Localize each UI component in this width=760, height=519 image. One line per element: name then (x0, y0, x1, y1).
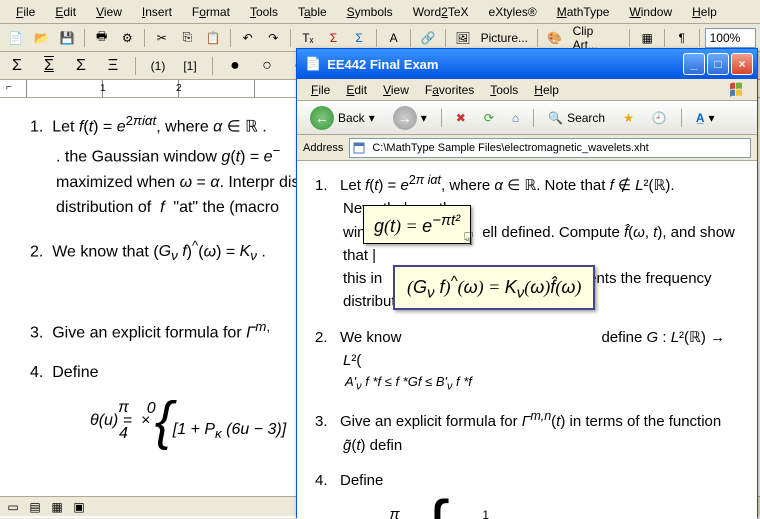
ie-menubar: File Edit View Favorites Tools Help (297, 79, 757, 101)
menu-word2tex[interactable]: Word2TeX (403, 2, 479, 22)
ie-window: 📄 EE442 Final Exam _ □ × File Edit View … (296, 48, 758, 518)
stop-icon[interactable]: ✖ (449, 105, 473, 131)
clipart-icon[interactable]: 🎨 (543, 27, 567, 49)
bracket-num-icon[interactable]: [1] (177, 55, 203, 77)
ie-menu-help[interactable]: Help (526, 81, 567, 99)
paste-icon[interactable]: 📋 (201, 27, 225, 49)
minimize-button[interactable]: _ (683, 53, 705, 75)
redo-icon[interactable]: ↷ (261, 27, 285, 49)
paren-num-icon[interactable]: (1) (145, 55, 171, 77)
tab-marker[interactable]: ⌐ (6, 82, 12, 93)
page-icon: 📄 (305, 56, 321, 72)
ie-toolbar: ←Back ▾ → ▾ ✖ ⟳ ⌂ 🔍 Search ★ 🕘 A̲ ▾ (297, 101, 757, 135)
ie-menu-tools[interactable]: Tools (482, 81, 526, 99)
sum-left-icon[interactable]: Σ (68, 55, 94, 77)
cut-icon[interactable]: ✂ (150, 27, 174, 49)
ie-titlebar[interactable]: 📄 EE442 Final Exam _ □ × (297, 49, 757, 79)
open-icon[interactable]: 📂 (30, 27, 54, 49)
picture-label[interactable]: Picture... (477, 31, 532, 45)
grid-icon[interactable]: ▦ (635, 27, 659, 49)
ie-item-2: 2. We know define G : L²(ℝ) → L²( A'ν f … (315, 326, 743, 396)
menu-window[interactable]: Window (619, 2, 682, 22)
sigma-red-icon[interactable]: Σ (322, 27, 346, 49)
menu-edit[interactable]: Edit (45, 2, 86, 22)
home-icon[interactable]: ⌂ (505, 105, 526, 131)
menu-tools[interactable]: Tools (240, 2, 288, 22)
ie-item-4: 4. Define θ(u) = π4 × { 0 if u ≤ 13 [1 +… (315, 469, 743, 519)
menu-mathtype[interactable]: MathType (547, 2, 620, 22)
letter-icon[interactable]: A (382, 27, 406, 49)
sum-inline-icon[interactable]: Σ (36, 55, 62, 77)
menu-file[interactable]: File (6, 2, 45, 22)
ie-menu-view[interactable]: View (375, 81, 417, 99)
undo-icon[interactable]: ↶ (236, 27, 260, 49)
hyperlink-icon[interactable]: 🔗 (416, 27, 440, 49)
close-button[interactable]: × (731, 53, 753, 75)
cog-icon[interactable]: ⚙ (115, 27, 139, 49)
forward-button[interactable]: → ▾ (386, 105, 434, 131)
print-icon[interactable]: 🖶 (90, 27, 114, 49)
tooltip-kernel: (Gν f)^(ω) = Kν(ω)f̂(ω) (393, 265, 595, 310)
history-icon[interactable]: 🕘 (645, 105, 674, 131)
tex-icon[interactable]: Tₓ (296, 27, 320, 49)
search-button[interactable]: 🔍 Search (541, 105, 612, 131)
zoom-combo[interactable]: 100% (705, 28, 756, 48)
menu-table[interactable]: Table (288, 2, 337, 22)
ie-menu-file[interactable]: File (303, 81, 338, 99)
picture-icon[interactable]: 🖼 (451, 27, 475, 49)
dot-empty-icon[interactable]: ○ (254, 55, 280, 77)
ie-menu-favorites[interactable]: Favorites (417, 81, 482, 99)
para-icon[interactable]: ¶ (670, 27, 694, 49)
save-icon[interactable]: 💾 (55, 27, 79, 49)
zoom-value: 100% (710, 31, 741, 45)
copy-icon[interactable]: ⎘ (176, 27, 200, 49)
maximize-button[interactable]: □ (707, 53, 729, 75)
ie-menu-edit[interactable]: Edit (338, 81, 375, 99)
view-web-icon[interactable]: ▣ (70, 499, 88, 515)
menu-insert[interactable]: Insert (132, 2, 182, 22)
ie-item-3: 3. Give an explicit formula for Γm,n(t) … (315, 407, 743, 457)
menu-format[interactable]: Format (182, 2, 240, 22)
view-page-icon[interactable]: ▦ (48, 499, 66, 515)
menu-extyles[interactable]: eXtyles® (479, 2, 547, 22)
view-outline-icon[interactable]: ▤ (26, 499, 44, 515)
refresh-icon[interactable]: ⟳ (477, 105, 501, 131)
dot-filled-icon[interactable]: ● (222, 55, 248, 77)
sum-display-icon[interactable]: Σ (4, 55, 30, 77)
favorites-icon[interactable]: ★ (616, 105, 641, 131)
sigma-blue-icon[interactable]: Σ (347, 27, 371, 49)
menu-view[interactable]: View (86, 2, 132, 22)
ie-title: EE442 Final Exam (327, 57, 681, 72)
menu-symbols[interactable]: Symbols (337, 2, 403, 22)
font-button[interactable]: A̲ ▾ (689, 105, 722, 131)
menu-help[interactable]: Help (682, 2, 727, 22)
addr-label: Address (303, 142, 343, 154)
pointer-cursor-icon: ☟ (463, 229, 474, 250)
windows-logo-icon (727, 80, 751, 100)
ie-addressbar: Address (297, 135, 757, 161)
view-normal-icon[interactable]: ▭ (4, 499, 22, 515)
back-button[interactable]: ←Back ▾ (303, 105, 382, 131)
addr-input[interactable] (349, 138, 751, 158)
matrix-icon[interactable]: Ξ (100, 55, 126, 77)
new-doc-icon[interactable]: 📄 (4, 27, 28, 49)
tooltip-gaussian: g(t) = e−πt² (363, 205, 471, 244)
word-menubar: File Edit View Insert Format Tools Table… (0, 0, 760, 24)
